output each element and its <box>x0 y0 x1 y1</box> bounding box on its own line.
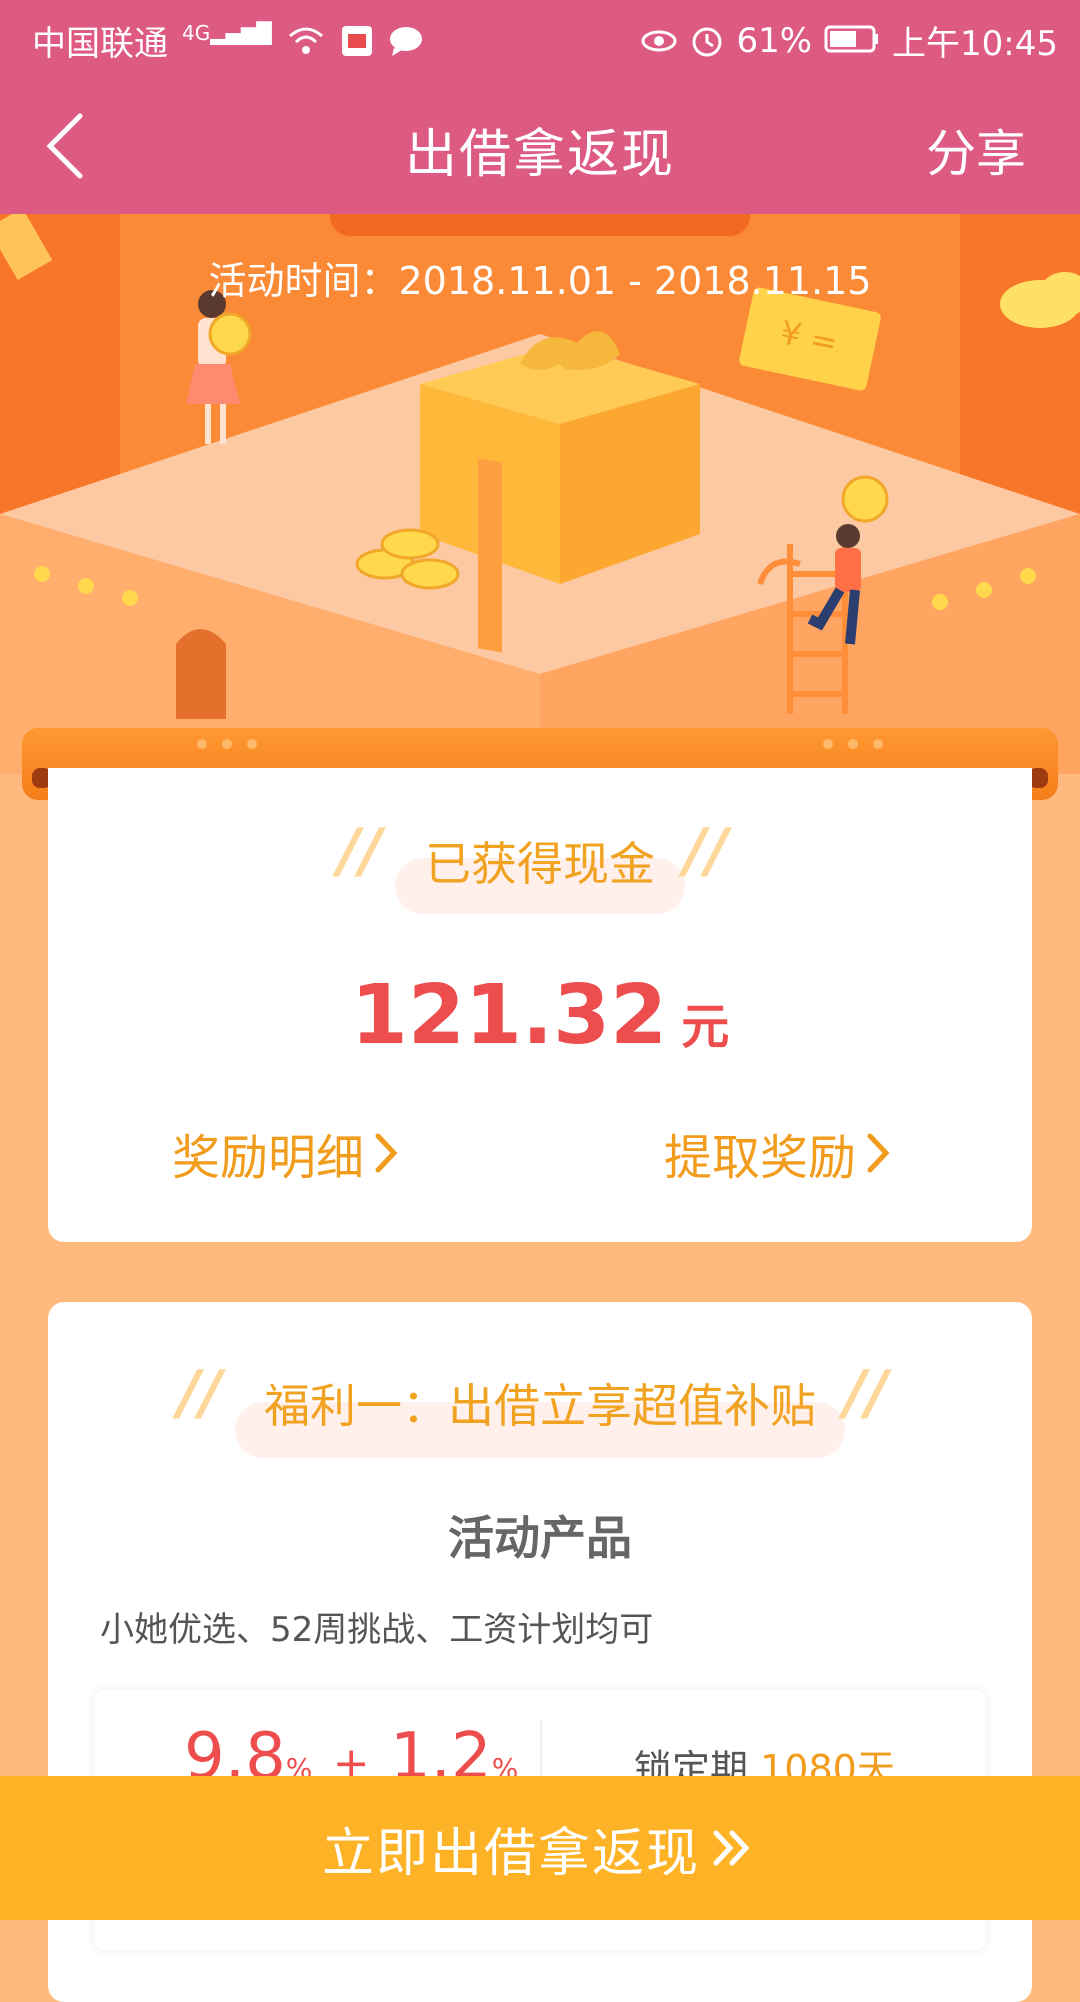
benefit-title-wrap: // 福利一：出借立享超值补贴 // <box>48 1358 1032 1458</box>
battery-icon <box>824 24 880 58</box>
earned-title: 已获得现金 <box>425 837 655 891</box>
amount-value: 121.32 <box>350 968 668 1063</box>
clock: 上午10:45 <box>892 24 1058 64</box>
alarm-icon <box>690 24 724 58</box>
reward-detail-link[interactable]: 奖励明细 <box>172 1118 402 1188</box>
slash-decoration: // <box>844 1358 888 1428</box>
hero-banner: ¥ = 活动时间：2018.11.01 - 2018.11.15 <box>0 214 1080 774</box>
withdraw-reward-link[interactable]: 提取奖励 <box>664 1118 894 1188</box>
activity-products-desc: 小她优选、52周挑战、工资计划均可 <box>100 1610 654 1650</box>
reward-detail-label: 奖励明细 <box>172 1130 365 1186</box>
double-chevron-right-icon <box>713 1830 750 1866</box>
withdraw-reward-label: 提取奖励 <box>664 1130 857 1186</box>
benefit-title: 福利一：出借立享超值补贴 <box>264 1379 816 1433</box>
chevron-right-icon <box>375 1133 398 1173</box>
carrier-label: 中国联通 <box>32 24 168 64</box>
eye-icon <box>640 24 678 58</box>
signal-icon: 4G▂▄▆█ <box>182 20 272 45</box>
amount-unit: 元 <box>681 999 730 1055</box>
wifi-icon <box>286 24 326 58</box>
chat-icon <box>388 24 424 58</box>
status-bar: 中国联通 4G▂▄▆█ 61% 上午10:45 <box>0 0 1080 76</box>
earned-cash-card: // 已获得现金 // 121.32 元 奖励明细 提取奖励 <box>48 768 1032 1242</box>
page-title: 出借拿返现 <box>404 125 675 185</box>
slash-decoration: // <box>684 816 728 886</box>
slash-decoration: // <box>338 816 382 886</box>
invest-now-label: 立即出借拿返现 <box>321 1823 700 1884</box>
nav-bar: 出借拿返现 分享 <box>0 76 1080 214</box>
invest-now-button[interactable]: 立即出借拿返现 <box>0 1776 1080 1920</box>
activity-products-title: 活动产品 <box>448 1511 632 1565</box>
slash-decoration: // <box>178 1358 222 1428</box>
battery-percent: 61% <box>736 20 813 61</box>
activity-time: 活动时间：2018.11.01 - 2018.11.15 <box>208 259 872 303</box>
app-notification-icon <box>340 24 374 58</box>
share-button[interactable]: 分享 <box>926 114 1026 186</box>
earned-title-wrap: // 已获得现金 // <box>48 816 1032 914</box>
earned-amount: 121.32 元 <box>48 968 1032 1063</box>
chevron-right-icon <box>867 1133 890 1173</box>
